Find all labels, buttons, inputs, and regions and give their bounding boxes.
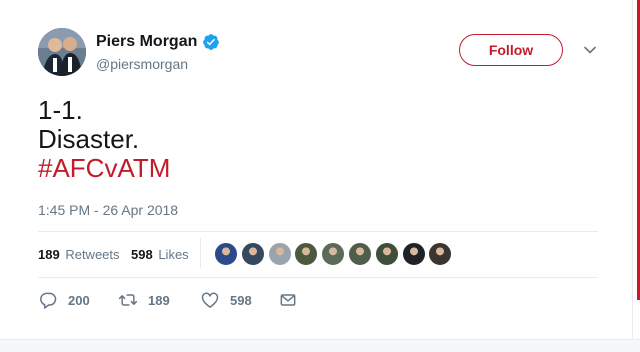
- liker-avatar[interactable]: [321, 242, 346, 266]
- liker-avatars: [214, 242, 455, 266]
- tweet-actions: 200 189 598: [38, 290, 598, 314]
- tweet-text: 1-1. Disaster. #AFCvATM: [38, 96, 170, 183]
- likes-count: 598: [131, 247, 153, 262]
- retweets-label: Retweets: [65, 247, 120, 262]
- page-edge: [632, 0, 640, 340]
- liker-avatar[interactable]: [294, 242, 319, 266]
- retweet-icon: [118, 294, 138, 306]
- tweet-timestamp[interactable]: 1:45 PM - 26 Apr 2018: [38, 202, 178, 218]
- retweets-stat[interactable]: 189 Retweets: [38, 247, 120, 262]
- retweet-count: 189: [148, 292, 170, 308]
- follow-button[interactable]: Follow: [459, 34, 563, 66]
- hashtag-link[interactable]: #AFCvATM: [38, 154, 170, 183]
- like-button[interactable]: 598: [200, 290, 252, 310]
- tweet-stats: 189 Retweets 598 Likes: [38, 232, 598, 278]
- bottom-strip: [0, 339, 640, 352]
- liker-avatar[interactable]: [347, 242, 372, 266]
- liker-avatar[interactable]: [428, 242, 453, 266]
- likes-label: Likes: [158, 247, 189, 262]
- tweet-header: Piers Morgan @piersmorgan Follow: [38, 28, 608, 78]
- name-row: Piers Morgan: [96, 33, 220, 51]
- liker-avatar[interactable]: [240, 242, 265, 266]
- divider: [38, 277, 598, 278]
- direct-message-button[interactable]: [278, 290, 298, 310]
- reply-count: 200: [68, 292, 90, 308]
- liker-avatar[interactable]: [374, 242, 399, 266]
- likes-stat[interactable]: 598 Likes: [131, 247, 189, 262]
- tweet-card: Piers Morgan @piersmorgan Follow 1-1. Di…: [0, 0, 632, 340]
- envelope-icon: [280, 294, 296, 306]
- like-count: 598: [230, 292, 252, 308]
- tweet-text-line: Disaster.: [38, 124, 140, 154]
- screen-name[interactable]: @piersmorgan: [96, 56, 188, 72]
- reply-button[interactable]: 200: [38, 290, 90, 310]
- liker-avatar[interactable]: [214, 242, 238, 266]
- avatar[interactable]: [38, 28, 86, 76]
- tweet-text-line: 1-1.: [38, 95, 83, 125]
- liker-avatar[interactable]: [267, 242, 292, 266]
- stat-separator: [200, 238, 201, 268]
- chevron-down-icon[interactable]: [582, 42, 598, 58]
- retweet-button[interactable]: 189: [118, 290, 170, 310]
- display-name[interactable]: Piers Morgan: [96, 33, 197, 51]
- verified-badge-icon: [202, 33, 220, 51]
- liker-avatar[interactable]: [401, 242, 426, 266]
- reply-icon: [40, 292, 57, 309]
- retweets-count: 189: [38, 247, 60, 262]
- heart-icon: [201, 292, 219, 308]
